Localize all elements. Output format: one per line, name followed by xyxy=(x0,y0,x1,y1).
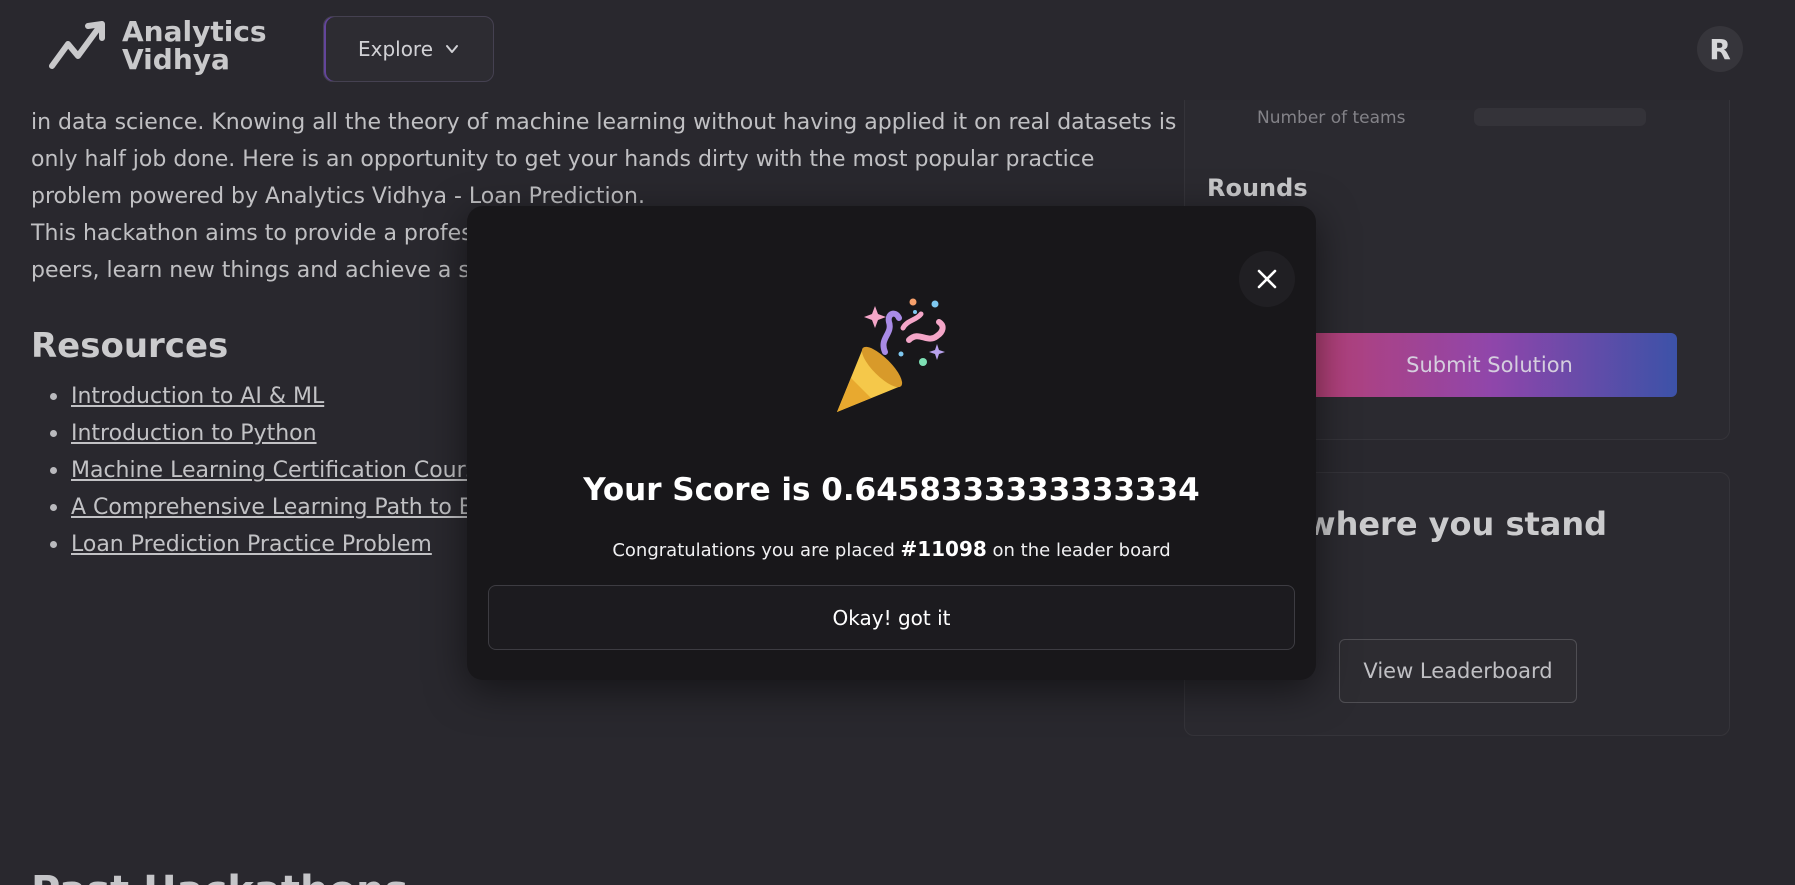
congrats-message: Congratulations you are placed #11098 on… xyxy=(467,537,1316,561)
congrats-suffix: on the leader board xyxy=(986,540,1171,561)
close-icon xyxy=(1257,269,1277,289)
okay-button[interactable]: Okay! got it xyxy=(488,585,1295,650)
rank-value: #11098 xyxy=(900,537,987,561)
close-button[interactable] xyxy=(1239,251,1295,307)
score-modal: Your Score is 0.6458333333333334 Congrat… xyxy=(467,206,1316,680)
score-title: Your Score is 0.6458333333333334 xyxy=(583,472,1200,508)
congrats-prefix: Congratulations you are placed xyxy=(612,540,901,561)
party-popper-icon xyxy=(837,298,946,412)
page: Analytics Vidhya Explore R in data scien… xyxy=(0,0,1795,885)
